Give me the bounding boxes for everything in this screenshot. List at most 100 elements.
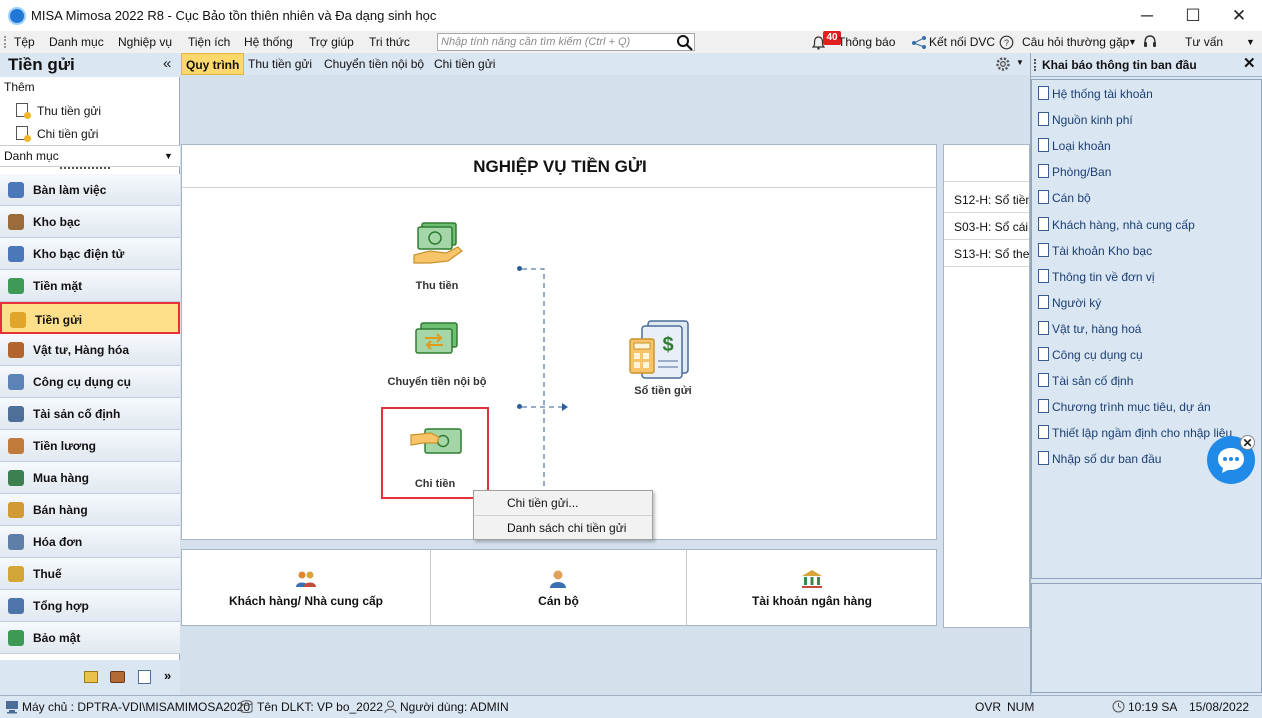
report-link[interactable]: S13-H: Sổ theo xyxy=(954,247,1029,261)
clock-icon xyxy=(1112,700,1125,713)
menu-system[interactable]: Hệ thống xyxy=(244,31,293,53)
report-link[interactable]: S12-H: Sổ tiền g xyxy=(954,193,1029,207)
folder-icon[interactable] xyxy=(84,671,98,683)
nav-item[interactable]: Vật tư, Hàng hóa xyxy=(0,334,180,366)
window-title: MISA Mimosa 2022 R8 - Cục Bảo tồn thiên … xyxy=(31,8,437,23)
nav-item-label: Tiền gửi xyxy=(35,313,83,327)
nav-item[interactable]: Bán hàng xyxy=(0,494,180,526)
menu-operation[interactable]: Nghiệp vụ xyxy=(118,31,172,53)
menu-help[interactable]: Trợ giúp xyxy=(309,31,354,53)
notes-icon[interactable] xyxy=(138,670,151,684)
nav-item[interactable]: Tài sản cố định xyxy=(0,398,180,430)
close-panel-button[interactable]: ✕ xyxy=(1243,54,1256,72)
feature-search-input[interactable] xyxy=(441,35,666,49)
shortcut-customer-supplier[interactable]: Khách hàng/ Nhà cung cấp xyxy=(182,550,430,625)
deposit-book-node[interactable]: $ Sổ tiền gửi xyxy=(618,315,708,405)
shortcut-staff[interactable]: Cán bộ xyxy=(431,550,686,625)
document-icon xyxy=(1038,347,1049,361)
connect-dvc-button[interactable]: Kết nối DVC xyxy=(929,31,995,53)
minimize-button[interactable]: ─ xyxy=(1124,0,1170,31)
maximize-button[interactable]: ☐ xyxy=(1170,0,1216,31)
setup-item[interactable]: Người ký xyxy=(1038,292,1258,314)
document-icon xyxy=(1038,138,1049,153)
category-dropdown[interactable]: Danh mục ▼ xyxy=(0,145,180,167)
document-icon xyxy=(1038,399,1049,414)
database-status: Tên DLKT: VP bo_2022 xyxy=(257,700,383,714)
setup-item[interactable]: Tài sản cố định xyxy=(1038,370,1258,392)
pay-money-node[interactable]: Chi tiền xyxy=(381,407,489,499)
nav-item[interactable]: Bảo mật xyxy=(0,622,180,654)
tab-internal-transfer[interactable]: Chuyển tiền nội bộ xyxy=(320,53,428,75)
close-button[interactable]: ✕ xyxy=(1216,0,1262,31)
support-dropdown-icon[interactable]: ▼ xyxy=(1246,31,1255,53)
setup-item[interactable]: Hệ thống tài khoản xyxy=(1038,83,1258,105)
module-icon xyxy=(8,182,24,198)
setup-item[interactable]: Phòng/Ban xyxy=(1038,161,1258,183)
menu-item-pay-deposit[interactable]: Chi tiền gửi... xyxy=(474,491,652,515)
nav-item[interactable]: Bàn làm việc xyxy=(0,174,180,206)
nav-item[interactable]: Tiền lương xyxy=(0,430,180,462)
report-link[interactable]: S03-H: Sổ cái - xyxy=(954,220,1029,234)
nav-item[interactable]: Tiền mặt xyxy=(0,270,180,302)
faq-button[interactable]: Câu hỏi thường gặp xyxy=(1022,31,1129,53)
tab-workflow[interactable]: Quy trình xyxy=(181,53,245,75)
splitter-grip[interactable] xyxy=(60,167,110,171)
setup-item[interactable]: Chương trình mục tiêu, dự án xyxy=(1038,396,1258,418)
setup-item[interactable]: Nguồn kinh phí xyxy=(1038,109,1258,131)
setup-item[interactable]: Khách hàng, nhà cung cấp xyxy=(1038,214,1258,236)
menu-category[interactable]: Danh mục xyxy=(49,31,104,53)
setup-item[interactable]: Vật tư, hàng hoá xyxy=(1038,318,1258,340)
nav-item[interactable]: Công cụ dụng cụ xyxy=(0,366,180,398)
nav-item[interactable]: Tiền gửi xyxy=(0,302,180,334)
tab-deposit-payment[interactable]: Chi tiền gửi xyxy=(430,53,499,75)
internal-transfer-node[interactable]: Chuyển tiền nội bộ xyxy=(377,320,497,395)
main-content: Quy trình Thu tiền gửi Chuyển tiền nội b… xyxy=(180,53,1030,695)
document-icon xyxy=(1038,294,1049,309)
setup-item[interactable]: Tài khoản Kho bạc xyxy=(1038,240,1258,262)
nav-item[interactable]: Thuế xyxy=(0,558,180,590)
menu-item-pay-deposit-list[interactable]: Danh sách chi tiền gửi xyxy=(474,516,652,540)
more-modules-button[interactable]: » xyxy=(164,668,171,683)
nav-item-label: Vật tư, Hàng hóa xyxy=(33,343,130,357)
nav-item[interactable]: Kho bạc xyxy=(0,206,180,238)
notification-button[interactable]: Thông báo xyxy=(838,31,895,53)
collapse-panel-button[interactable]: « xyxy=(163,55,171,72)
nav-item[interactable]: Tổng hợp xyxy=(0,590,180,622)
chevron-down-icon[interactable]: ▼ xyxy=(1128,31,1137,53)
setup-item-label: Thiết lập ngầm định cho nhập liệu xyxy=(1052,426,1233,441)
support-button[interactable]: Tư vấn xyxy=(1185,31,1223,53)
divider xyxy=(944,181,1029,182)
tab-deposit-receipt[interactable]: Thu tiền gửi xyxy=(244,53,316,75)
chat-close-button[interactable]: ✕ xyxy=(1240,435,1255,450)
setup-item-label: Công cụ dụng cụ xyxy=(1052,348,1143,362)
menu-file[interactable]: Tệp xyxy=(14,31,35,53)
document-icon xyxy=(1038,112,1049,127)
internal-transfer-label: Chuyển tiền nội bộ xyxy=(387,376,487,388)
shortcut-label: Tài khoản ngân hàng xyxy=(751,594,872,608)
document-icon xyxy=(1038,373,1049,388)
nav-item[interactable]: Kho bạc điện tử xyxy=(0,238,180,270)
settings-dropdown-icon[interactable]: ▼ xyxy=(1016,58,1024,67)
search-icon[interactable] xyxy=(676,34,694,51)
nav-item[interactable]: Hóa đơn xyxy=(0,526,180,558)
module-icon xyxy=(8,374,24,390)
setup-item[interactable]: Loại khoản xyxy=(1038,135,1258,157)
receive-money-icon xyxy=(413,222,463,264)
briefcase-icon[interactable] xyxy=(110,671,125,683)
receive-money-node[interactable]: Thu tiền xyxy=(392,217,482,297)
add-deposit-receipt-link[interactable]: Thu tiền gửi xyxy=(16,102,166,120)
setup-item[interactable]: Công cụ dụng cụ xyxy=(1038,344,1258,366)
gear-icon[interactable] xyxy=(994,55,1012,73)
shortcut-bank-account[interactable]: Tài khoản ngân hàng xyxy=(687,550,937,625)
date-status: 15/08/2022 xyxy=(1189,700,1250,714)
module-icon xyxy=(8,630,24,646)
add-deposit-payment-link[interactable]: Chi tiền gửi xyxy=(16,125,166,143)
setup-item[interactable]: Thông tin về đơn vị xyxy=(1038,266,1258,288)
setup-item-label: Nhập số dư ban đầu xyxy=(1052,452,1162,467)
deposit-book-icon: $ xyxy=(629,320,689,379)
nav-item[interactable]: Mua hàng xyxy=(0,462,180,494)
setup-item[interactable]: Cán bộ xyxy=(1038,187,1258,209)
menu-knowledge[interactable]: Tri thức xyxy=(369,31,410,53)
add-item-label: Chi tiền gửi xyxy=(37,127,99,141)
menu-utility[interactable]: Tiện ích xyxy=(188,31,230,53)
